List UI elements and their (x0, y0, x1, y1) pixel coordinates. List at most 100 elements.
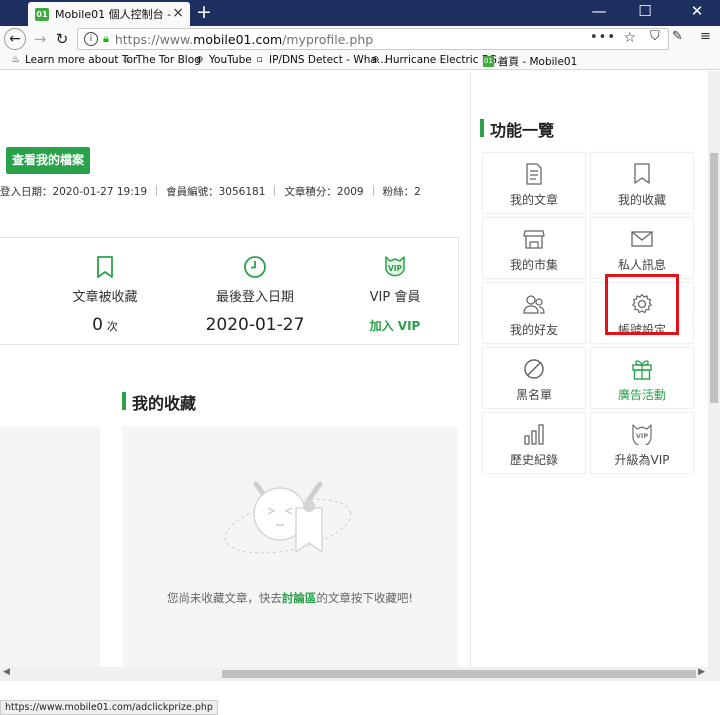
feature-label: 升級為VIP (614, 453, 670, 467)
feature-label: 黑名單 (515, 388, 552, 402)
stat-last-login: 最後登入日期 2020-01-27 (185, 254, 325, 335)
feature-label: 私人訊息 (617, 258, 666, 272)
favorites-empty-message: 您尚未收藏文章，快去討論區的文章按下收藏吧! (166, 591, 414, 605)
article-points-text: 文章積分：2009 (284, 186, 364, 198)
vertical-scrollbar[interactable] (708, 71, 720, 667)
feature-label: 歷史紀錄 (509, 453, 558, 467)
vertical-scroll-thumb[interactable] (710, 153, 718, 403)
url-text[interactable]: https://www.mobile01.com/myprofile.php (115, 32, 373, 47)
svg-text:VIP: VIP (636, 432, 648, 440)
bookmark-item[interactable]: 01 首頁 - Mobile01 (483, 54, 577, 69)
favorites-empty-card: 您尚未收藏文章，快去討論區的文章按下收藏吧! (122, 426, 458, 667)
back-button[interactable]: ← (4, 28, 26, 50)
view-my-profile-button[interactable]: 查看我的檔案 (6, 147, 90, 174)
login-date-text: 登入日期：2020-01-27 19:19 (0, 186, 148, 198)
browser-tab-active[interactable]: 01 Mobile01 個人控制台 - Mobile01 × (28, 2, 190, 26)
stat-value: 2020-01-27 (205, 315, 305, 335)
document-icon (483, 161, 585, 187)
member-id-text: 會員編號：3056181 (166, 186, 266, 198)
stat-label: VIP 會員 (369, 290, 421, 305)
vip-icon: VIP (591, 421, 693, 447)
bookmark-item[interactable]: ♨ Learn more about Tor (10, 54, 137, 66)
horizontal-scrollbar[interactable]: ◀ ▶ (0, 667, 708, 681)
onion-icon: ♨ (11, 54, 20, 65)
menu-icon[interactable]: ≡ (700, 29, 711, 44)
new-tab-button[interactable]: + (196, 1, 212, 23)
mobile01-favicon-icon: 01 (35, 7, 49, 21)
globe-icon: ⊕ (371, 54, 380, 65)
scroll-right-arrow-icon[interactable]: ▶ (698, 667, 705, 677)
feature-my-articles[interactable]: 我的文章 (482, 152, 586, 214)
empty-favorites-illustration (224, 481, 352, 554)
store-icon (483, 226, 585, 252)
bar-chart-icon (483, 421, 585, 447)
followers-text: 粉絲：2 (382, 186, 421, 198)
bookmark-icon (591, 161, 693, 187)
bookmark-item[interactable]: ⊕ YouTube (194, 54, 252, 66)
horizontal-scroll-thumb[interactable] (222, 670, 696, 678)
stat-value: 0次 (92, 315, 118, 335)
feature-history[interactable]: 歷史紀錄 (482, 412, 586, 474)
bookmark-item[interactable]: ▫ IP/DNS Detect - Wha... (254, 54, 386, 66)
feature-label: 我的文章 (509, 193, 558, 207)
friends-icon (483, 291, 585, 317)
stat-label: 文章被收藏 (72, 290, 138, 305)
stats-panel: 文章被收藏 0次 最後登入日期 2020-01-27 VIP VIP 會員 加入… (0, 237, 459, 345)
highlight-box (605, 274, 679, 335)
bookmark-item[interactable]: ♨ The Tor Blog (121, 54, 200, 66)
meta-divider (156, 185, 158, 196)
globe-icon: ⊕ (195, 54, 204, 65)
scroll-left-arrow-icon[interactable]: ◀ (3, 667, 10, 677)
block-icon (483, 356, 585, 382)
feature-blacklist[interactable]: 黑名單 (482, 347, 586, 409)
gift-icon (591, 356, 693, 382)
bookmark-star-icon[interactable]: ☆ (623, 30, 636, 46)
feature-private-messages[interactable]: 私人訊息 (590, 217, 694, 279)
feature-label: 我的好友 (509, 323, 558, 337)
shield-icon[interactable]: ⛉ (650, 29, 660, 44)
join-vip-link[interactable]: 加入 VIP (325, 317, 465, 334)
window-close-button[interactable]: ✕ (674, 2, 720, 20)
status-bar-url: https://www.mobile01.com/adclickprize.ph… (0, 700, 218, 715)
reload-button[interactable]: ↻ (51, 28, 73, 50)
bookmark-icon (35, 254, 175, 280)
mail-icon (591, 226, 693, 252)
svg-text:VIP: VIP (388, 264, 403, 273)
tab-close-icon[interactable]: × (172, 5, 184, 21)
window-maximize-button[interactable]: ☐ (622, 2, 668, 20)
vip-icon: VIP (325, 254, 465, 280)
bookmarks-toolbar: ♨ Learn more about Tor ♨ The Tor Blog ⊕ You… (0, 52, 720, 70)
scrollbar-corner (708, 667, 720, 681)
address-bar[interactable]: i 🔒︎ https://www.mobile01.com/myprofile.… (77, 28, 669, 50)
page-content: 查看我的檔案 登入日期：2020-01-27 19:19 會員編號：3056181… (0, 71, 708, 667)
mobile01-favicon-icon: 01 (483, 56, 494, 67)
feature-my-market[interactable]: 我的市集 (482, 217, 586, 279)
window-minimize-button[interactable]: — (576, 2, 622, 20)
feature-label: 我的收藏 (617, 193, 666, 207)
onion-icon: ♨ (122, 54, 131, 65)
feature-ad-campaigns[interactable]: 廣告活動 (590, 347, 694, 409)
stat-favorited: 文章被收藏 0次 (35, 254, 175, 335)
navigation-toolbar: ← → ↻ i 🔒︎ https://www.mobile01.com/mypr… (0, 26, 720, 52)
page-icon: ▫ (256, 54, 263, 65)
clock-icon (185, 254, 325, 280)
meta-divider (372, 185, 374, 196)
site-info-icon[interactable]: i (84, 32, 98, 46)
feature-my-favorites[interactable]: 我的收藏 (590, 152, 694, 214)
window-titlebar: 01 Mobile01 個人控制台 - Mobile01 × + — ☐ ✕ (0, 0, 720, 26)
features-section-title: 功能一覽 (480, 117, 554, 141)
meta-divider (274, 185, 276, 196)
feature-label: 我的市集 (509, 258, 558, 272)
padlock-icon[interactable]: 🔒︎ (103, 32, 109, 46)
feature-my-friends[interactable]: 我的好友 (482, 282, 586, 344)
favorites-section-title: 我的收藏 (122, 390, 196, 414)
forward-button[interactable]: → (29, 28, 51, 50)
stat-label: 最後登入日期 (215, 290, 294, 305)
page-actions-icon[interactable]: ••• (590, 30, 616, 45)
left-card-partial (0, 426, 100, 667)
forum-link[interactable]: 討論區 (282, 591, 317, 605)
profile-meta-row: 登入日期：2020-01-27 19:19 會員編號：3056181 文章積分：20… (0, 184, 421, 199)
column-divider (470, 71, 471, 667)
feature-upgrade-vip[interactable]: VIP 升級為VIP (590, 412, 694, 474)
noscript-icon[interactable]: ✎ (672, 29, 683, 44)
